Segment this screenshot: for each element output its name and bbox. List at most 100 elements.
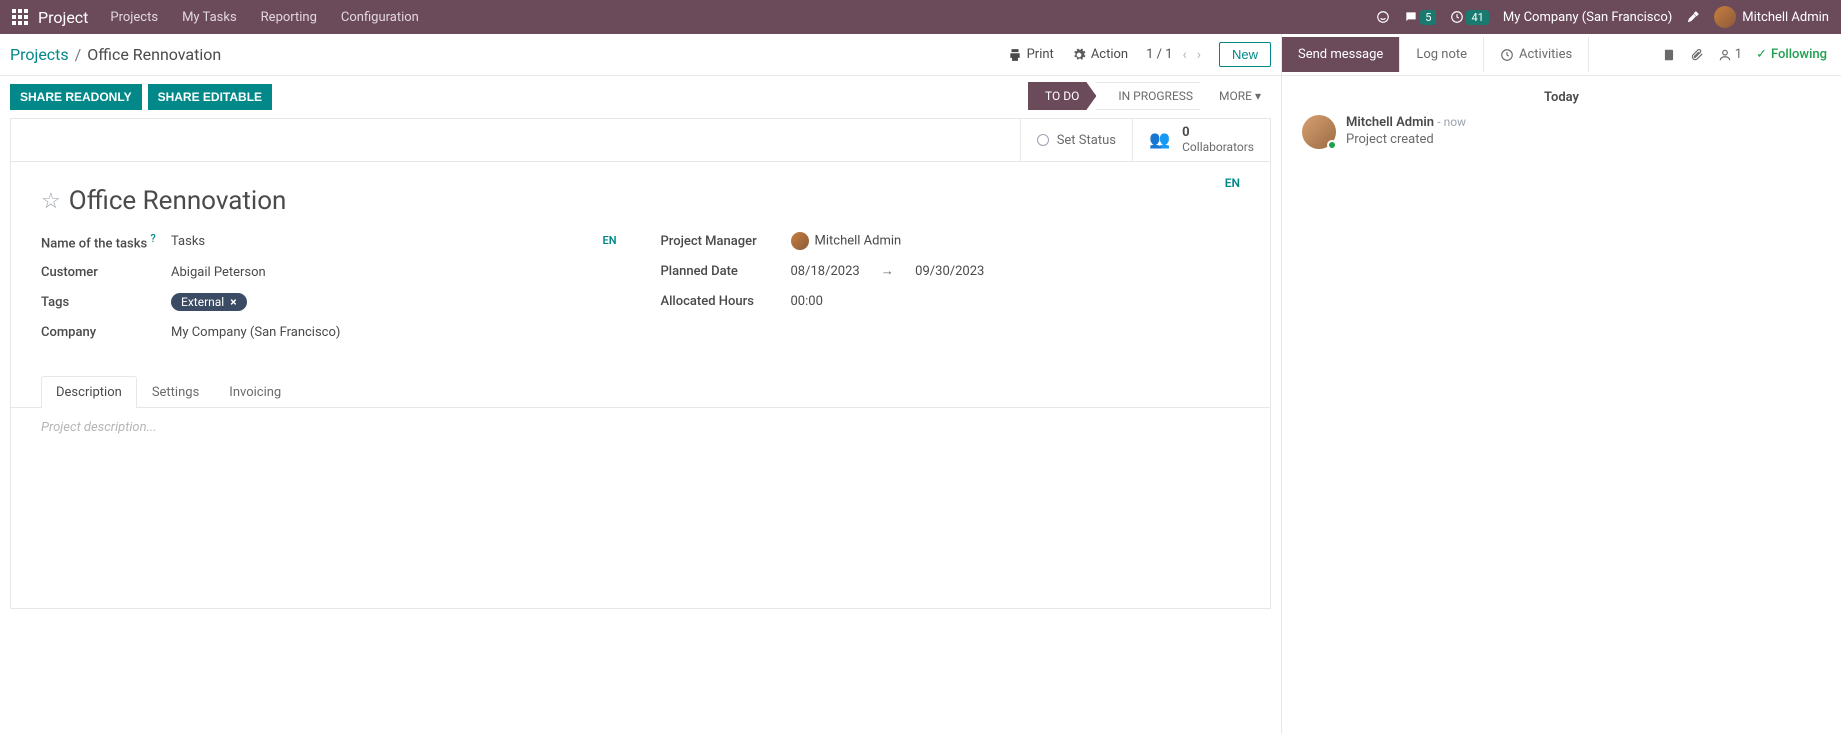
chevron-down-icon: ▾ xyxy=(1255,89,1261,103)
project-title[interactable]: Office Rennovation xyxy=(69,186,287,216)
breadcrumb-parent[interactable]: Projects xyxy=(10,45,69,64)
company-selector[interactable]: My Company (San Francisco) xyxy=(1503,10,1672,25)
field-task-name[interactable]: TasksEN xyxy=(171,234,621,249)
share-editable-button[interactable]: SHARE EDITABLE xyxy=(148,84,272,110)
label-planned-date: Planned Date xyxy=(661,264,791,279)
log-note-button[interactable]: Log note xyxy=(1400,37,1484,72)
favorite-star-icon[interactable]: ☆ xyxy=(41,189,61,214)
tab-content[interactable]: Project description... xyxy=(11,408,1270,608)
label-company: Company xyxy=(41,325,171,340)
nav-links: Projects My Tasks Reporting Configuratio… xyxy=(110,10,418,25)
message-time: - now xyxy=(1437,115,1466,129)
pm-avatar xyxy=(791,232,809,250)
breadcrumb-row: Projects / Office Rennovation Print Acti… xyxy=(0,34,1281,76)
arrow-right-icon: → xyxy=(881,264,894,279)
set-status-label: Set Status xyxy=(1057,133,1116,148)
label-project-manager: Project Manager xyxy=(661,234,791,249)
field-tags[interactable]: External × xyxy=(171,293,621,311)
label-allocated-hours: Allocated Hours xyxy=(661,294,791,309)
label-tags: Tags xyxy=(41,295,171,310)
label-task-name: Name of the tasks ? xyxy=(41,232,171,251)
nav-reporting[interactable]: Reporting xyxy=(261,10,317,25)
apps-icon[interactable] xyxy=(12,9,28,25)
stage-in-progress[interactable]: IN PROGRESS xyxy=(1095,82,1210,110)
activities-button[interactable]: Activities xyxy=(1484,37,1589,72)
title-lang-badge[interactable]: EN xyxy=(1225,176,1240,190)
form-sheet: Set Status 👥 0 Collaborators ☆ Office Re… xyxy=(10,118,1271,609)
message-body: Project created xyxy=(1346,132,1466,147)
tab-invoicing[interactable]: Invoicing xyxy=(214,376,296,408)
follower-count: 1 xyxy=(1735,47,1742,62)
check-icon: ✓ xyxy=(1756,47,1767,62)
label-customer: Customer xyxy=(41,265,171,280)
user-menu[interactable]: Mitchell Admin xyxy=(1714,6,1829,28)
collaborators-count: 0 xyxy=(1182,125,1254,140)
share-row: SHARE READONLY SHARE EDITABLE TO DO IN P… xyxy=(0,76,1281,118)
person-icon xyxy=(1718,48,1732,62)
pager-text[interactable]: 1 / 1 xyxy=(1146,47,1172,62)
chat-date-separator: Today xyxy=(1302,90,1821,105)
field-company[interactable]: My Company (San Francisco) xyxy=(171,325,621,340)
print-icon xyxy=(1008,48,1022,62)
followers-button[interactable]: 1 xyxy=(1718,47,1742,62)
print-button[interactable]: Print xyxy=(1008,47,1054,62)
gear-icon xyxy=(1072,48,1086,62)
message: Mitchell Admin - now Project created xyxy=(1302,115,1821,149)
field-planned-date[interactable]: 08/18/2023 → 09/30/2023 xyxy=(791,263,1241,279)
attachment-icon[interactable] xyxy=(1690,48,1704,62)
field-project-manager[interactable]: Mitchell Admin xyxy=(791,232,1241,250)
collaborators-icon: 👥 xyxy=(1149,130,1170,150)
field-allocated-hours[interactable]: 00:00 xyxy=(791,294,1241,309)
status-dot-icon xyxy=(1037,134,1049,146)
user-name: Mitchell Admin xyxy=(1742,10,1829,25)
field-customer[interactable]: Abigail Peterson xyxy=(171,265,621,280)
debug-icon[interactable] xyxy=(1686,10,1700,24)
user-avatar xyxy=(1714,6,1736,28)
set-status-button[interactable]: Set Status xyxy=(1020,119,1132,161)
nav-right: 5 41 My Company (San Francisco) Mitchell… xyxy=(1376,6,1829,28)
chatter-panel: Send message Log note Activities 1 ✓ Fol… xyxy=(1281,34,1841,734)
pager-next[interactable]: › xyxy=(1197,47,1201,63)
tab-description[interactable]: Description xyxy=(41,376,137,408)
chat-badge: 5 xyxy=(1420,10,1436,25)
nav-projects[interactable]: Projects xyxy=(110,10,158,25)
activity-badge: 41 xyxy=(1466,10,1488,25)
journal-icon[interactable] xyxy=(1662,48,1676,62)
pager-prev[interactable]: ‹ xyxy=(1183,47,1187,63)
following-button[interactable]: ✓ Following xyxy=(1756,47,1827,62)
collaborators-button[interactable]: 👥 0 Collaborators xyxy=(1132,119,1270,161)
date-end[interactable]: 09/30/2023 xyxy=(915,264,984,279)
send-message-button[interactable]: Send message xyxy=(1282,37,1400,72)
tabs: Description Settings Invoicing xyxy=(11,375,1270,408)
stage-bar: TO DO IN PROGRESS MORE ▾ xyxy=(1029,82,1271,110)
support-icon[interactable] xyxy=(1376,10,1390,24)
collaborators-label: Collaborators xyxy=(1182,140,1254,154)
share-readonly-button[interactable]: SHARE READONLY xyxy=(10,84,142,110)
print-label: Print xyxy=(1027,47,1054,62)
tag-external: External × xyxy=(171,293,247,311)
task-lang-badge[interactable]: EN xyxy=(603,234,617,247)
nav-configuration[interactable]: Configuration xyxy=(341,10,419,25)
pager: 1 / 1 ‹ › xyxy=(1146,47,1201,63)
message-avatar[interactable] xyxy=(1302,115,1336,149)
help-icon[interactable]: ? xyxy=(150,232,155,245)
messaging-icon[interactable]: 5 xyxy=(1404,10,1436,25)
top-navbar: Project Projects My Tasks Reporting Conf… xyxy=(0,0,1841,34)
tab-settings[interactable]: Settings xyxy=(137,376,214,408)
new-button[interactable]: New xyxy=(1219,42,1271,67)
tag-remove-icon[interactable]: × xyxy=(230,295,242,309)
breadcrumb-current: Office Rennovation xyxy=(87,45,221,64)
nav-my-tasks[interactable]: My Tasks xyxy=(182,10,237,25)
activities-nav-icon[interactable]: 41 xyxy=(1450,10,1488,25)
action-button[interactable]: Action xyxy=(1072,47,1128,62)
message-author[interactable]: Mitchell Admin xyxy=(1346,115,1434,130)
presence-dot-icon xyxy=(1327,140,1337,150)
date-start[interactable]: 08/18/2023 xyxy=(791,264,860,279)
action-label: Action xyxy=(1091,47,1128,62)
stage-more[interactable]: MORE ▾ xyxy=(1209,83,1271,109)
description-placeholder: Project description... xyxy=(41,420,157,435)
clock-icon xyxy=(1500,48,1514,62)
app-name[interactable]: Project xyxy=(38,8,88,27)
stage-todo[interactable]: TO DO xyxy=(1028,82,1096,110)
breadcrumb-separator: / xyxy=(75,45,82,64)
